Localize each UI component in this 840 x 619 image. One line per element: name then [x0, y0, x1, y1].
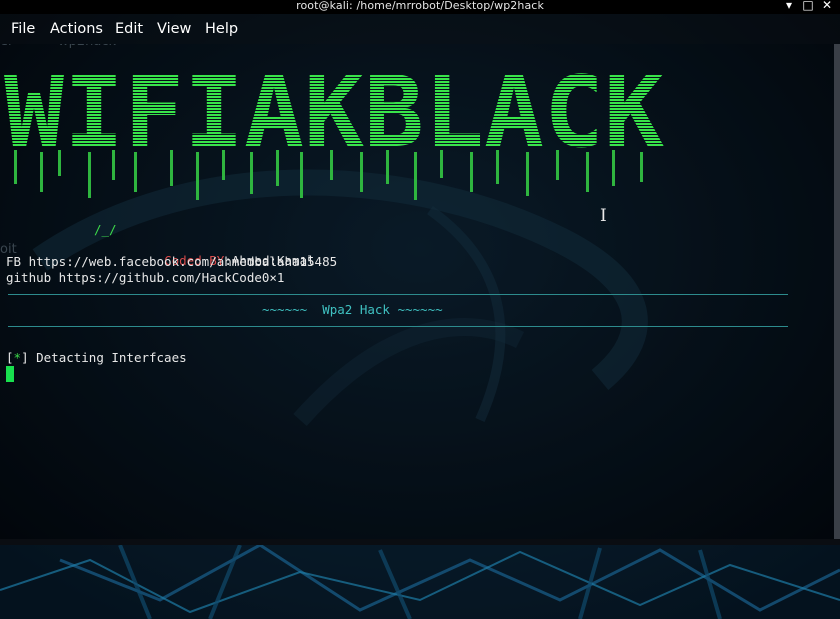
terminal-scrollbar[interactable] [834, 44, 840, 539]
terminal-bottom-border [0, 539, 840, 545]
status-text: Detacting Interfcaes [28, 350, 187, 365]
menu-view[interactable]: View [157, 21, 191, 37]
status-bracket: [ [6, 350, 14, 365]
slash-line: /_/ [94, 222, 117, 237]
terminal-output[interactable]: er wp2hack oit WIFIAKBLACK /_/ Coded BY:… [0, 44, 840, 539]
terminal-cursor [6, 366, 14, 382]
close-button[interactable]: ✕ [819, 0, 835, 12]
ascii-banner: WIFIAKBLACK [4, 60, 664, 200]
menu-actions[interactable]: Actions [50, 21, 103, 37]
menu-edit[interactable]: Edit [115, 21, 143, 37]
divider-bottom [8, 326, 788, 327]
divider-top [8, 294, 788, 295]
maximize-button[interactable]: □ [800, 0, 816, 12]
facebook-line: FB https://web.facebook.com/ahmedbalaha1… [6, 254, 338, 269]
desktop-label: wp2hack [58, 44, 116, 49]
status-bracket: ] [21, 350, 29, 365]
text-cursor-icon: I [600, 206, 607, 226]
status-line: [*] Detacting Interfcaes [6, 350, 187, 365]
window-titlebar[interactable]: root@kali: /home/mrrobot/Desktop/wp2hack… [0, 0, 840, 14]
desktop-label: er [0, 44, 13, 49]
window-title: root@kali: /home/mrrobot/Desktop/wp2hack [296, 0, 544, 12]
menu-bar: File Actions Edit View Help [0, 14, 840, 44]
minimize-button[interactable]: ▾ [781, 0, 797, 12]
status-star: * [13, 350, 22, 365]
menu-file[interactable]: File [11, 21, 35, 37]
section-title: ~~~~~~ Wpa2 Hack ~~~~~~ [262, 302, 443, 317]
banner-text: WIFIAKBLACK [4, 60, 664, 170]
github-line: github https://github.com/HackCode0×1 [6, 270, 285, 285]
menu-help[interactable]: Help [205, 21, 238, 37]
